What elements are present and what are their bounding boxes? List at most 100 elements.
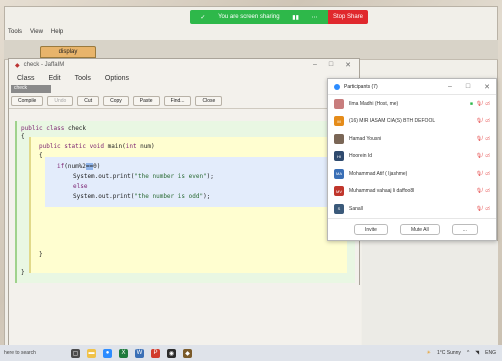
code-line: public static void main(int num) [39,143,155,150]
participant-status: 🎙︎̸ ▭̸ [476,153,490,159]
menu-options[interactable]: Options [105,75,129,82]
zoom-app-icon[interactable]: ● [103,348,112,358]
copy-button[interactable]: Copy [103,95,129,106]
editor-title: check - JaffaIM [23,62,65,68]
close-icon[interactable]: ✕ [345,61,351,69]
participant-row[interactable]: MA Mohammad Atif ( Ijashme) 🎙︎̸ ▭̸ [328,165,496,183]
mute-all-button[interactable]: Mute All [399,224,440,235]
pause-icon[interactable]: ▮▮ [292,14,299,21]
menu-tools[interactable]: Tools [8,29,22,35]
participant-row[interactable]: HI Hoorein Id 🎙︎̸ ▭̸ [328,148,496,166]
participant-name: Hoorein Id [349,153,373,160]
participant-status: 🎙︎̸ ▭̸ [476,136,490,142]
participants-panel: Participants (7) – □ ✕ Ilma Madhi (Host,… [327,78,497,241]
participant-name: Ilma Madhi (Host, me) [349,100,399,107]
menu-tools[interactable]: Tools [75,75,91,82]
video-off-icon: ▭̸ [485,170,490,177]
code-line: System.out.print("the number is even"); [73,173,214,180]
menu-view[interactable]: View [30,29,43,35]
code-line: } [39,251,43,258]
participants-list: Ilma Madhi (Host, me) ■ 🎙︎̸ ▭̸ M (16) MIR IAS… [328,95,496,218]
paste-button[interactable]: Paste [132,95,160,106]
code-line: { [21,133,25,140]
chrome-icon[interactable]: ◉ [167,348,176,358]
close-icon[interactable]: ✕ [484,83,490,91]
avatar: MV [334,186,344,197]
code-line: } [21,269,25,276]
participant-row[interactable]: S Sanall 🎙︎̸ ▭̸ [328,200,496,218]
word-icon[interactable]: W [135,348,144,358]
mic-muted-icon: 🎙︎̸ [475,135,483,142]
compile-button[interactable]: Compile [11,95,44,106]
participant-status: 🎙︎̸ ▭̸ [476,206,490,212]
code-line: public class check [21,125,87,132]
mic-muted-icon: 🎙︎̸ [475,118,483,125]
editor-window: ◆ check - JaffaIM – □ ✕ Class Edit Tools… [8,58,361,349]
close-button[interactable]: Close [195,95,223,106]
mic-muted-icon: 🎙︎̸ [475,205,483,212]
code-editor[interactable]: public class check { public static void … [15,121,355,283]
participant-name: (16) MIR IASAM CIA(S) BTH DEFOOL [349,118,436,125]
menu-help[interactable]: Help [51,29,63,35]
cut-button[interactable]: Cut [77,95,100,106]
avatar: S [334,203,344,214]
stop-share-button[interactable]: Stop Share [328,10,368,24]
participants-header: Participants (7) – □ ✕ [328,79,496,95]
taskbar: here to search ▢ ▬ ● X W P ◉ ◆ ☀ 1°C Sun… [0,345,502,361]
background-window [362,241,498,348]
editor-titlebar: ◆ check - JaffaIM – □ ✕ [9,59,359,71]
app-icon: ◆ [15,62,20,69]
editor-status-area [9,285,361,349]
share-icon: ✓ [200,14,206,21]
network-icon[interactable]: ◥ [475,350,479,356]
menu-class[interactable]: Class [17,75,35,82]
file-explorer-icon[interactable]: ▬ [87,348,96,358]
tab-check[interactable]: check [11,85,51,93]
zoom-icon [334,83,340,90]
video-off-icon: ▭̸ [485,135,490,142]
more-button[interactable]: ... [451,224,478,235]
participant-row[interactable]: MV Muhammad vahaaj li daffoo8l 🎙︎̸ ▭̸ [328,183,496,201]
mic-muted-icon: 🎙︎̸ [475,100,483,107]
participant-name: Mohammad Atif ( Ijashme) [349,170,408,177]
undo-button[interactable]: Undo [47,95,74,106]
maximize-icon[interactable]: □ [329,61,333,69]
share-status[interactable]: ✓ You are screen sharing ▮▮ ⋯ [190,10,328,24]
video-off-icon: ▭̸ [485,205,490,212]
chevron-up-icon[interactable]: ^ [467,350,469,356]
participant-name: Muhammad vahaaj li daffoo8l [349,188,415,195]
participant-row[interactable]: Ilma Madhi (Host, me) ■ 🎙︎̸ ▭̸ [328,95,496,113]
bluej-icon[interactable]: ◆ [183,348,192,358]
participant-status: 🎙︎̸ ▭̸ [476,171,490,177]
minimize-icon[interactable]: – [313,61,317,69]
participant-row[interactable]: M (16) MIR IASAM CIA(S) BTH DEFOOL 🎙︎̸ ▭̸ [328,113,496,131]
avatar: M [334,116,344,127]
participants-title: Participants (7) [344,83,378,90]
avatar [334,98,344,109]
code-line: if(num%2==0) [57,163,101,170]
menu-edit[interactable]: Edit [49,75,61,82]
powerpoint-icon[interactable]: P [151,348,160,358]
participant-row[interactable]: Hamad Yousni 🎙︎̸ ▭̸ [328,130,496,148]
screen-share-bar: ✓ You are screen sharing ▮▮ ⋯ Stop Share [190,10,368,24]
share-status-text: You are screen sharing [218,14,280,20]
system-tray: ☀ 1°C Sunny ^ ◥ ENG [426,350,502,356]
task-view-icon[interactable]: ▢ [71,348,80,358]
mic-muted-icon: 🎙︎̸ [475,153,483,160]
video-off-icon: ▭̸ [485,100,490,107]
avatar: MA [334,168,344,179]
mic-muted-icon: 🎙︎̸ [475,170,483,177]
class-box-display[interactable]: display [40,46,96,58]
popout-icon[interactable]: □ [466,83,470,91]
avatar: HI [334,151,344,162]
minimize-icon[interactable]: – [448,83,452,91]
excel-icon[interactable]: X [119,348,128,358]
language[interactable]: ENG [485,350,496,356]
video-on-icon: ■ [469,100,473,107]
editor-menubar: Class Edit Tools Options [9,71,359,85]
code-line: else [73,183,88,190]
more-icon[interactable]: ⋯ [312,14,318,21]
taskbar-search[interactable]: here to search [4,350,64,356]
find-button[interactable]: Find... [163,95,192,106]
invite-button[interactable]: Invite [354,224,388,235]
